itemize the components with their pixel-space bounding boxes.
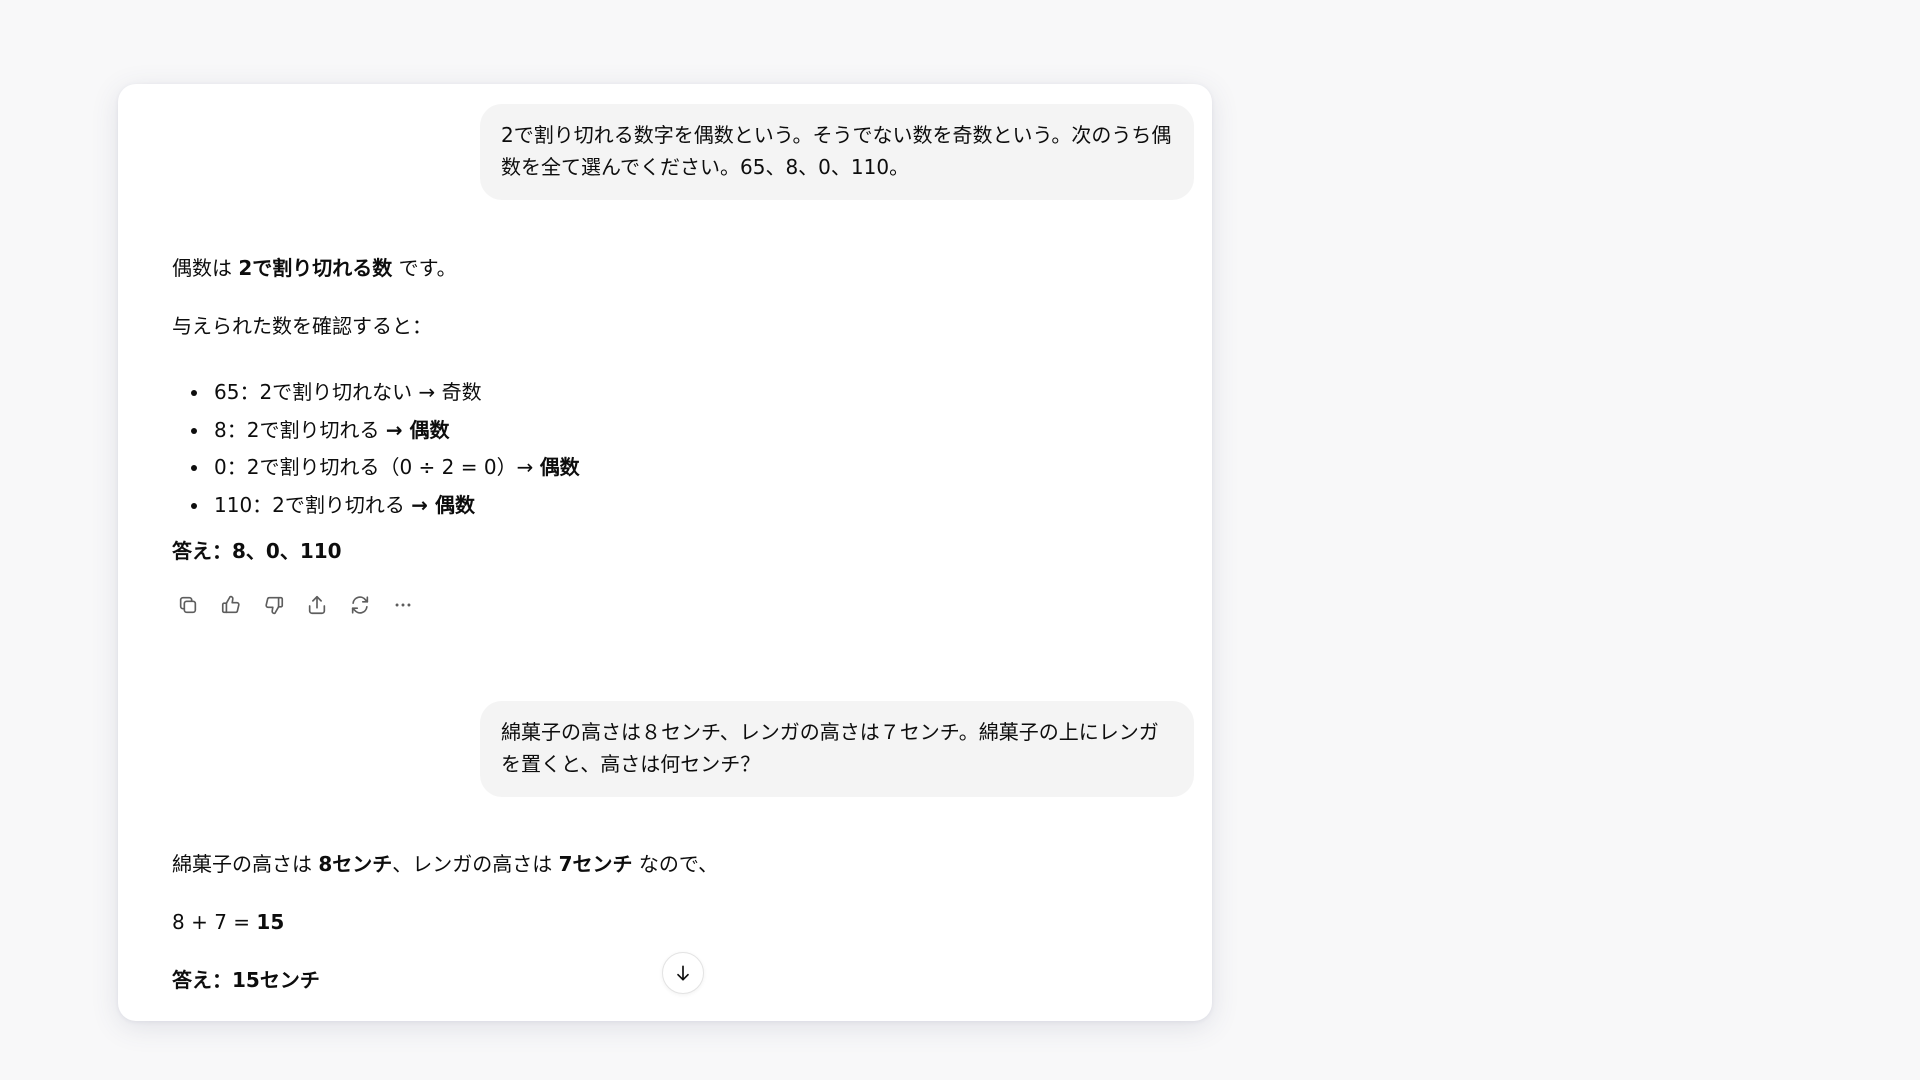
copy-button[interactable]	[172, 589, 204, 621]
list-item: 8：2で割り切れる → 偶数	[172, 412, 580, 450]
list-item: 110：2で割り切れる → 偶数	[172, 487, 580, 525]
equation-result: 15	[256, 910, 285, 934]
list-item-text: 8：2で割り切れる	[214, 417, 386, 442]
user-message-text: 2で割り切れる数字を偶数という。そうでない数を奇数という。次のうち偶数を全て選ん…	[501, 123, 1172, 179]
user-message: 2で割り切れる数字を偶数という。そうでない数を奇数という。次のうち偶数を全て選ん…	[480, 104, 1194, 200]
scroll-to-bottom-button[interactable]	[662, 952, 704, 994]
list-item-bold: → 偶数	[385, 417, 450, 442]
list-item-text: 0：2で割り切れる（0 ÷ 2 = 0）→	[214, 455, 540, 479]
assistant-equation: 8 + 7 = 15	[172, 907, 284, 937]
number-check-list: 65：2で割り切れない → 奇数 8：2で割り切れる → 偶数 0：2で割り切れ…	[172, 374, 580, 524]
thumbs-down-icon	[265, 596, 284, 615]
equation-text: 8 + 7 =	[172, 910, 257, 934]
chat-window: 2で割り切れる数字を偶数という。そうでない数を奇数という。次のうち偶数を全て選ん…	[118, 84, 1212, 1021]
share-icon	[308, 595, 326, 615]
share-button[interactable]	[301, 589, 333, 621]
assistant-check-text: 与えられた数を確認すると：	[172, 314, 432, 338]
line-bold-text: 8センチ	[318, 852, 393, 876]
copy-icon	[179, 596, 197, 614]
more-options-button[interactable]	[387, 589, 419, 621]
list-item-bold: 偶数	[539, 455, 580, 479]
assistant-answer: 答え：8、0、110	[172, 536, 342, 566]
list-item-text: 110：2で割り切れる	[214, 492, 412, 517]
answer-text: 答え：8、0、110	[172, 539, 342, 563]
message-actions	[172, 589, 419, 621]
arrow-down-icon	[677, 965, 689, 981]
assistant-answer: 答え：15センチ	[172, 965, 320, 995]
intro-text: 偶数は	[172, 256, 239, 280]
list-item-bold: → 偶数	[411, 492, 475, 517]
list-item: 0：2で割り切れる（0 ÷ 2 = 0）→ 偶数	[172, 449, 580, 487]
list-item-text: 65：2で割り切れない → 奇数	[214, 380, 482, 404]
intro-suffix-text: です。	[392, 256, 457, 280]
line-text: 綿菓子の高さは	[172, 852, 319, 876]
list-item: 65：2で割り切れない → 奇数	[172, 374, 580, 412]
answer-text: 答え：15センチ	[172, 968, 320, 992]
regenerate-icon	[351, 596, 369, 614]
good-response-button[interactable]	[215, 589, 247, 621]
user-message: 綿菓子の高さは８センチ、レンガの高さは７センチ。綿菓子の上にレンガを置くと、高さ…	[480, 701, 1194, 797]
line-text: なので、	[632, 852, 719, 876]
more-icon	[395, 603, 411, 607]
user-message-text: 綿菓子の高さは８センチ、レンガの高さは７センチ。綿菓子の上にレンガを置くと、高さ…	[501, 720, 1159, 776]
assistant-intro: 偶数は 2で割り切れる数 です。	[172, 253, 457, 283]
line-bold-text: 7センチ	[558, 852, 633, 876]
line-text: 、レンガの高さは	[392, 852, 559, 876]
assistant-line: 綿菓子の高さは 8センチ、レンガの高さは 7センチ なので、	[172, 849, 718, 879]
bad-response-button[interactable]	[258, 589, 290, 621]
regenerate-button[interactable]	[344, 589, 376, 621]
intro-bold-text: 2で割り切れる数	[238, 256, 393, 280]
thumbs-up-icon	[221, 595, 240, 614]
